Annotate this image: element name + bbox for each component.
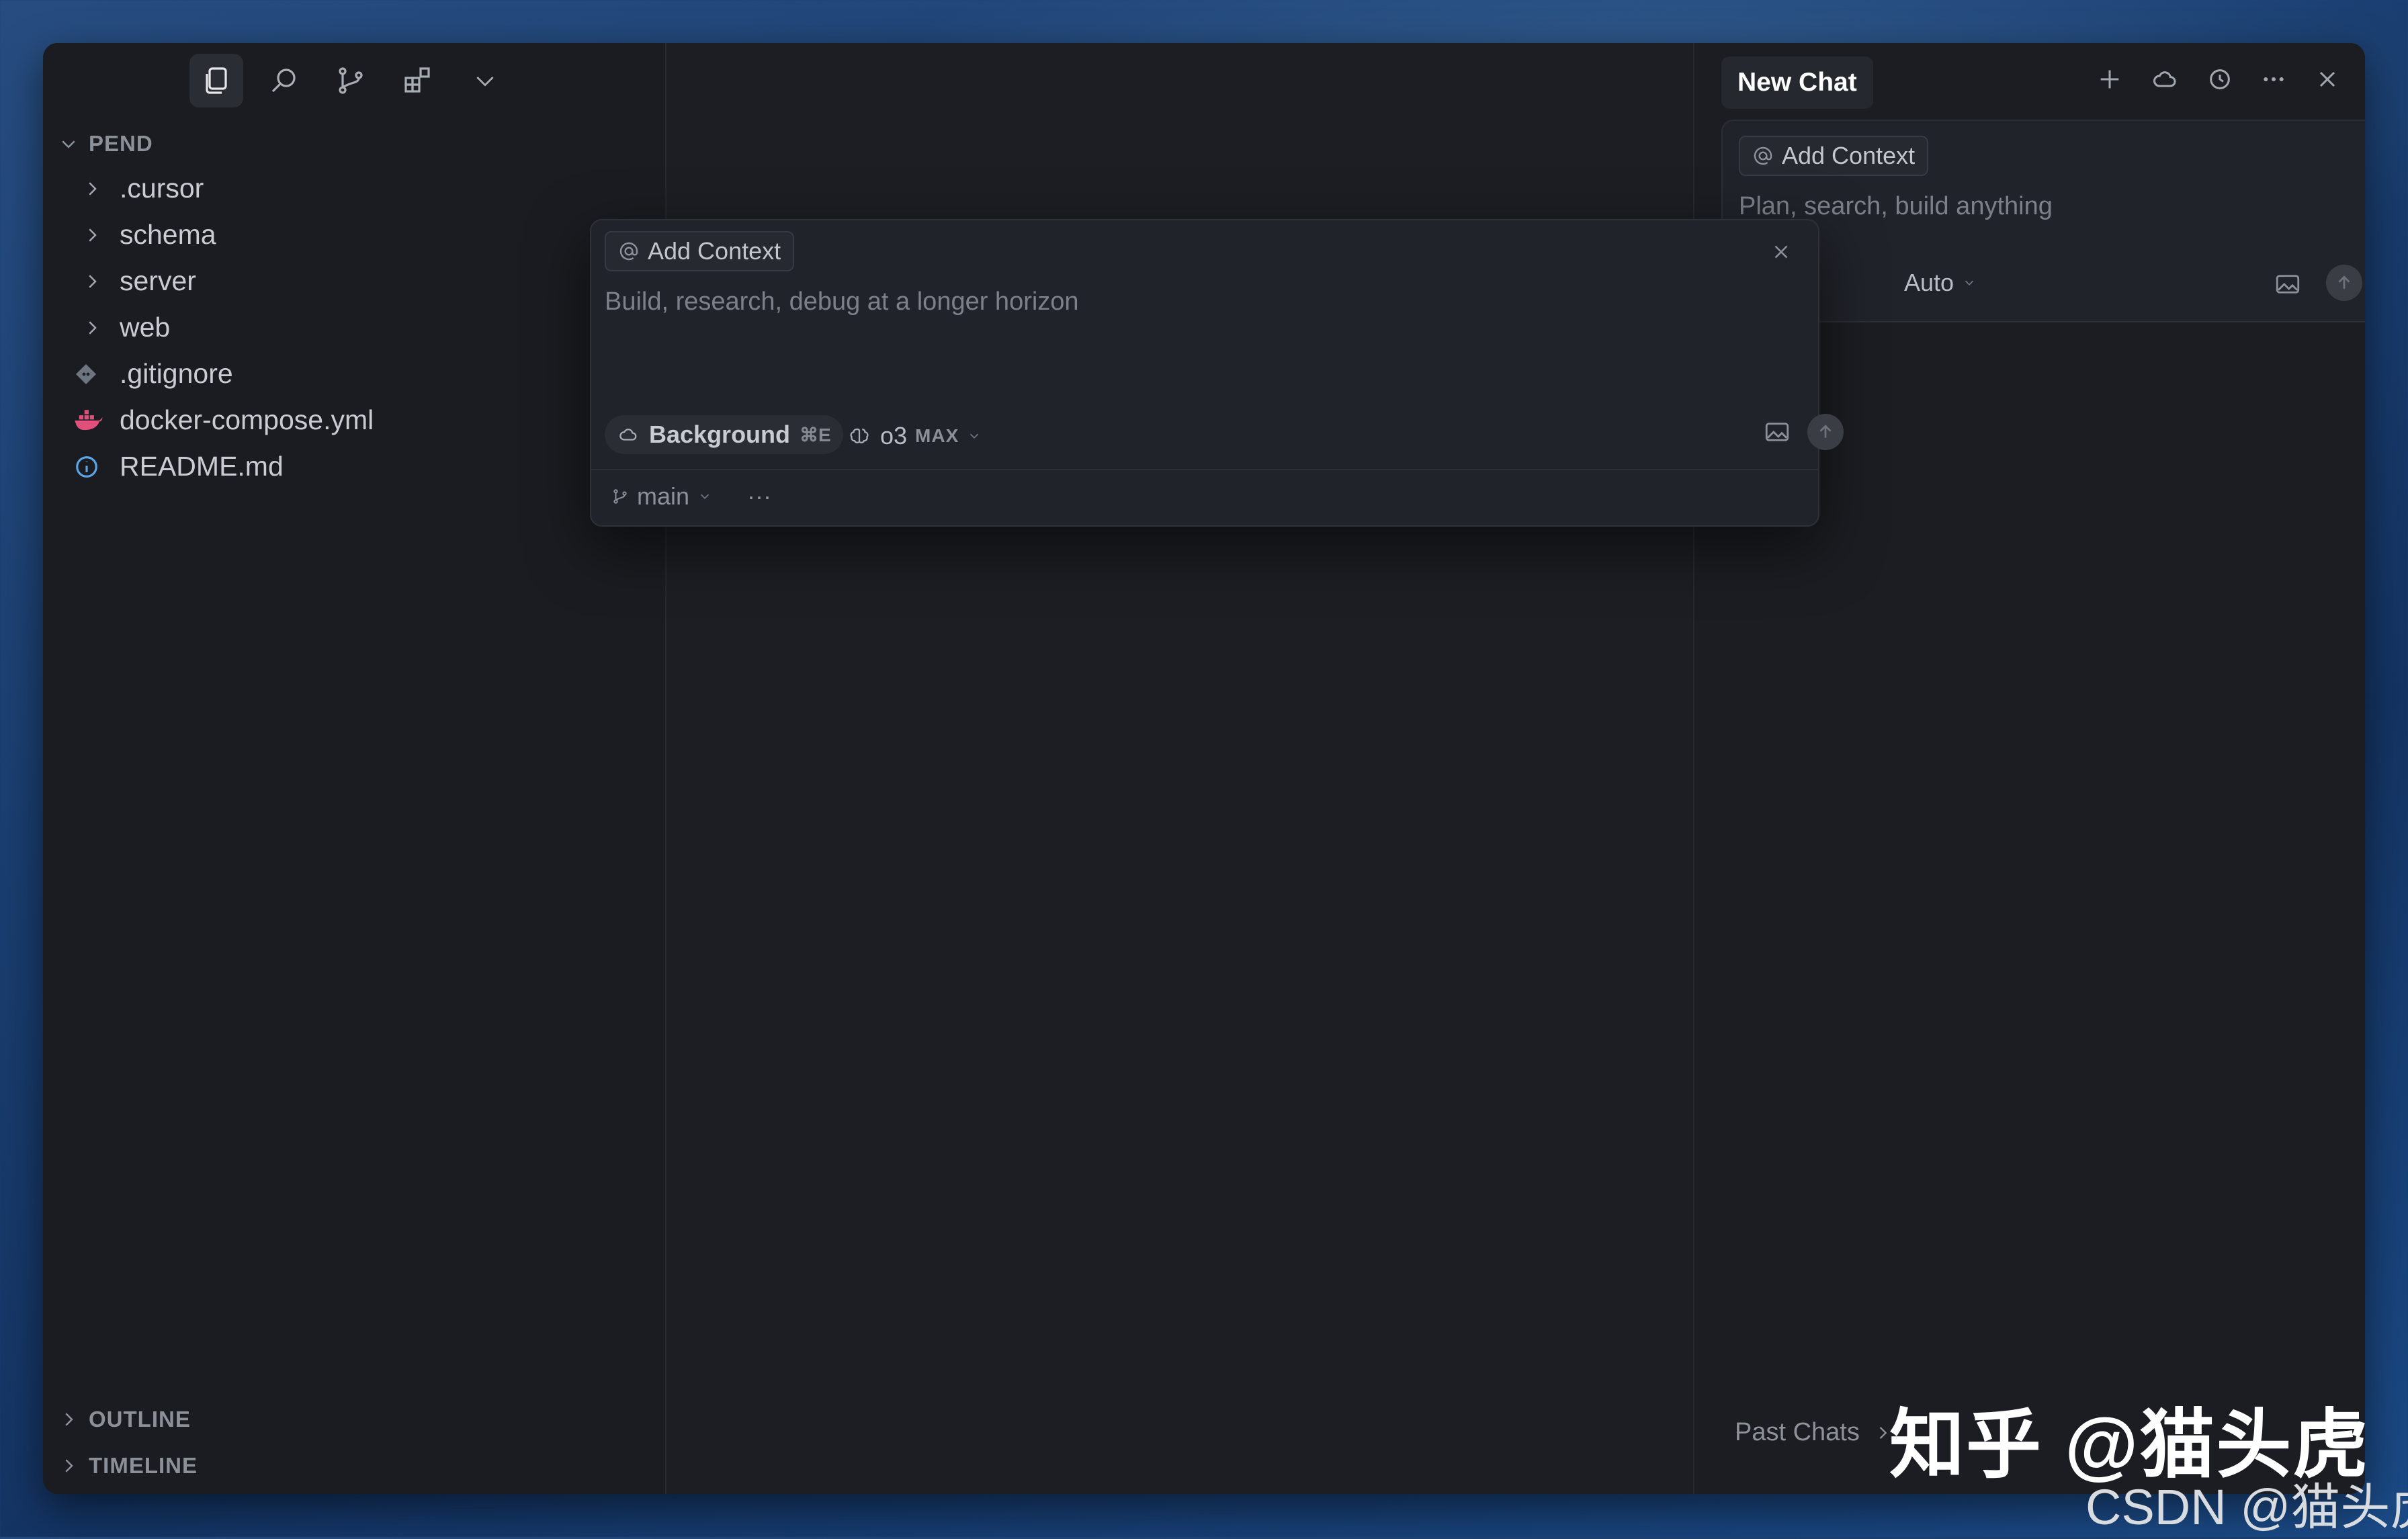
- info-icon: [74, 454, 120, 480]
- chevron-down-icon: [1962, 275, 1977, 290]
- chevron-down-icon[interactable]: [458, 54, 512, 107]
- chevron-right-icon: [82, 179, 120, 199]
- chat-model-select[interactable]: Auto: [1904, 269, 1977, 297]
- section-title: OUTLINE: [89, 1406, 191, 1432]
- chat-tab-title: New Chat: [1737, 68, 1857, 97]
- history-icon[interactable]: [2206, 66, 2233, 93]
- tree-item-label: docker-compose.yml: [120, 404, 374, 435]
- model-name: o3: [880, 422, 908, 449]
- search-icon[interactable]: [257, 54, 310, 107]
- add-context-chip[interactable]: Add Context: [1739, 136, 1929, 176]
- tree-item-server[interactable]: server: [43, 258, 665, 304]
- cloud-icon: [617, 425, 640, 445]
- cloud-icon[interactable]: [2150, 66, 2180, 93]
- tree-item-web[interactable]: web: [43, 304, 665, 351]
- past-chats-label: Past Chats: [1735, 1418, 1860, 1446]
- branch-select[interactable]: main ···: [611, 482, 771, 511]
- csdn-watermark: CSDN @猫头虎: [2086, 1479, 2408, 1535]
- section-title: TIMELINE: [89, 1452, 198, 1478]
- tree-item-readme[interactable]: README.md: [43, 443, 665, 490]
- bottom-sections: OUTLINE TIMELINE: [43, 1396, 665, 1489]
- chevron-right-icon: [82, 271, 120, 292]
- model-select[interactable]: o3 MAX: [847, 422, 982, 450]
- more-icon[interactable]: [2260, 66, 2287, 93]
- background-mode-pill[interactable]: Background ⌘E: [605, 415, 843, 454]
- explorer-sidebar: PEND .cursor schema server web .gitignor…: [43, 43, 666, 1494]
- chat-toolbar: [2096, 66, 2341, 93]
- chevron-right-icon: [56, 1456, 81, 1476]
- cursor-window: PEND .cursor schema server web .gitignor…: [43, 43, 2365, 1494]
- chevron-right-icon: [82, 318, 120, 338]
- panel-divider: [591, 469, 1818, 470]
- close-icon[interactable]: [2314, 66, 2341, 93]
- brain-icon: [847, 425, 872, 447]
- activity-bar: [189, 54, 512, 107]
- tree-item-label: schema: [120, 219, 216, 250]
- past-chats-link[interactable]: Past Chats: [1735, 1418, 1892, 1447]
- image-icon[interactable]: [2274, 270, 2302, 298]
- mode-shortcut: ⌘E: [800, 424, 831, 445]
- branch-name: main: [637, 482, 690, 510]
- source-control-icon[interactable]: [324, 54, 378, 107]
- image-icon[interactable]: [1763, 418, 1791, 446]
- chevron-down-icon: [697, 489, 712, 504]
- section-title: PEND: [89, 131, 153, 156]
- tree-item-docker-compose[interactable]: docker-compose.yml: [43, 397, 665, 443]
- branch-icon: [611, 486, 629, 507]
- at-icon: [1752, 145, 1774, 167]
- chat-placeholder[interactable]: Plan, search, build anything: [1739, 192, 2053, 221]
- tree-item-label: web: [120, 312, 171, 343]
- chevron-right-icon: [56, 1409, 81, 1430]
- chevron-down-icon: [56, 134, 81, 154]
- tree-item-label: README.md: [120, 451, 284, 482]
- chevron-down-icon: [967, 429, 982, 443]
- file-tree: PEND .cursor schema server web .gitignor…: [43, 122, 665, 490]
- section-pend[interactable]: PEND: [43, 122, 665, 165]
- background-agent-panel: Add Context Build, research, debug at a …: [590, 219, 1844, 527]
- section-timeline[interactable]: TIMELINE: [43, 1442, 665, 1489]
- agent-prompt-input[interactable]: Build, research, debug at a longer horiz…: [605, 288, 1079, 316]
- add-context-label: Add Context: [1782, 142, 1916, 169]
- add-context-chip[interactable]: Add Context: [605, 231, 795, 271]
- section-outline[interactable]: OUTLINE: [43, 1396, 665, 1442]
- tree-item-label: .gitignore: [120, 358, 233, 389]
- docker-icon: [74, 408, 120, 433]
- at-icon: [618, 240, 640, 262]
- tree-item-label: .cursor: [120, 173, 204, 204]
- extensions-icon[interactable]: [391, 54, 445, 107]
- send-button[interactable]: [2326, 265, 2362, 301]
- close-icon[interactable]: [1770, 240, 1793, 263]
- tree-item-schema[interactable]: schema: [43, 212, 665, 258]
- mode-label: Background: [649, 421, 791, 448]
- files-icon[interactable]: [189, 54, 243, 107]
- send-button[interactable]: [1807, 414, 1844, 450]
- chevron-right-icon: [82, 225, 120, 245]
- tree-item-gitignore[interactable]: .gitignore: [43, 351, 665, 397]
- max-badge: MAX: [915, 425, 959, 446]
- add-context-label: Add Context: [648, 237, 781, 265]
- tree-item-cursor[interactable]: .cursor: [43, 165, 665, 212]
- chat-model-label: Auto: [1904, 269, 1954, 296]
- tree-item-label: server: [120, 265, 196, 296]
- tab-new-chat[interactable]: New Chat: [1721, 56, 1873, 109]
- more-options[interactable]: ···: [747, 482, 771, 511]
- git-icon: [74, 362, 120, 386]
- plus-icon[interactable]: [2096, 66, 2123, 93]
